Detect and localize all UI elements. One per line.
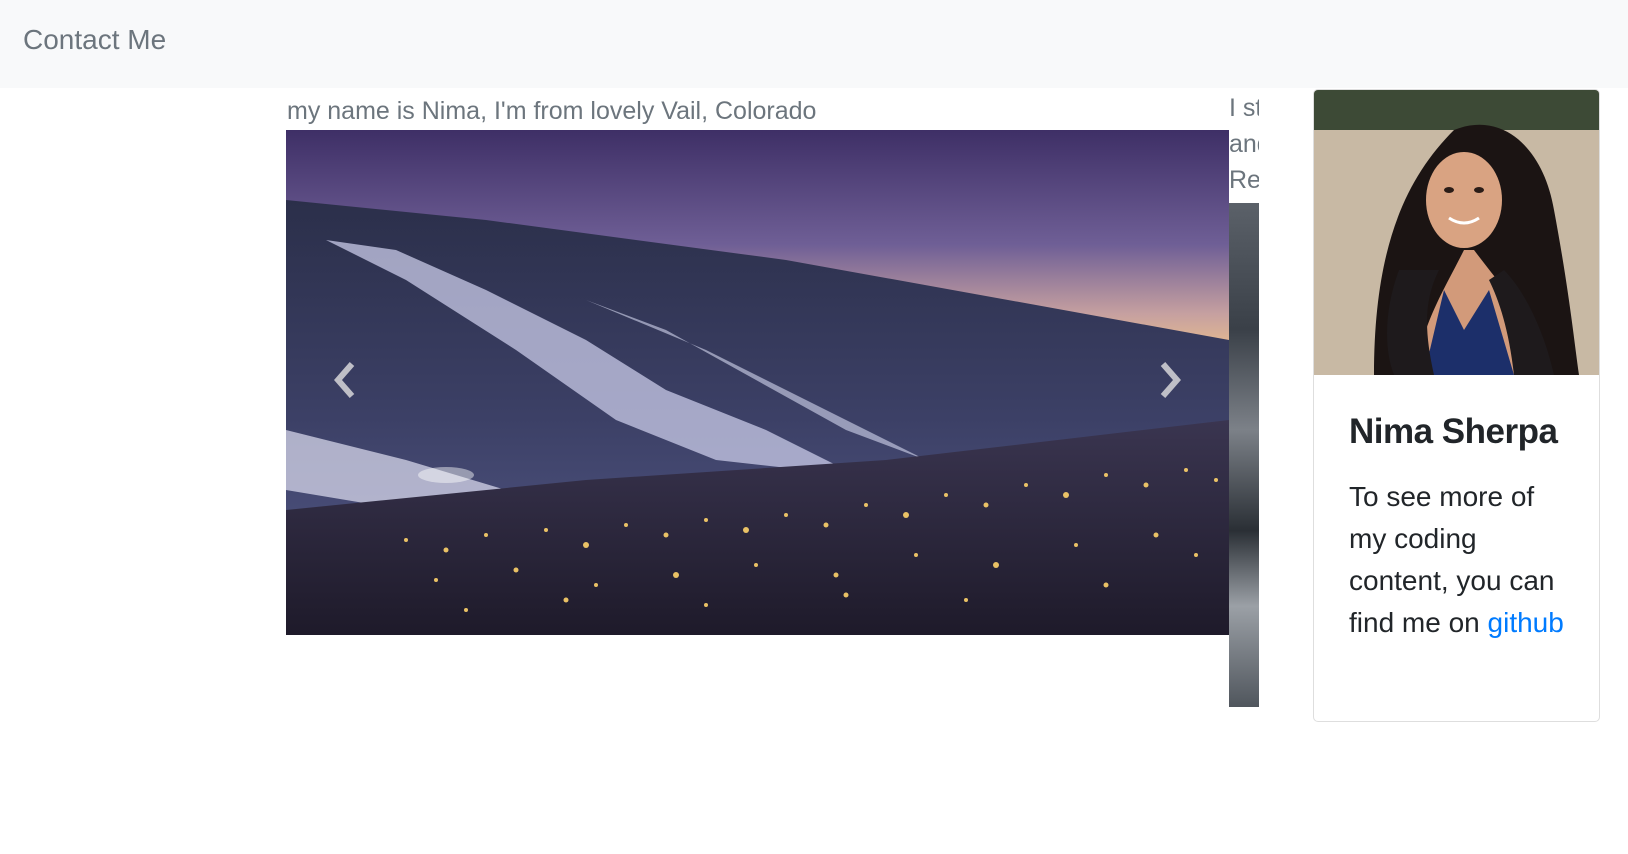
next-slide-caption: I st and Re [1229, 90, 1259, 200]
profile-photo [1314, 90, 1599, 375]
carousel-next-control[interactable] [1109, 130, 1229, 635]
carousel-prev-control[interactable] [286, 130, 406, 635]
navbar: Contact Me [0, 0, 1628, 88]
profile-card: Nima Sherpa To see more of my coding con… [1313, 89, 1600, 722]
slide-caption: my name is Nima, I'm from lovely Vail, C… [287, 97, 817, 125]
contact-me-link[interactable]: Contact Me [23, 22, 166, 58]
github-link[interactable]: github [1488, 607, 1564, 638]
profile-name: Nima Sherpa [1349, 412, 1558, 451]
next-caption-line: I st [1229, 94, 1259, 122]
image-carousel [286, 130, 1229, 635]
profile-description: To see more of my coding content, you ca… [1349, 476, 1564, 644]
chevron-right-icon [1155, 362, 1183, 403]
next-caption-line: and [1229, 130, 1259, 158]
next-slide-image [1229, 203, 1259, 707]
next-caption-line: Re [1229, 166, 1259, 194]
vail-landscape-image [286, 130, 1229, 635]
chevron-left-icon [332, 362, 360, 403]
card-body: Nima Sherpa To see more of my coding con… [1314, 375, 1599, 644]
